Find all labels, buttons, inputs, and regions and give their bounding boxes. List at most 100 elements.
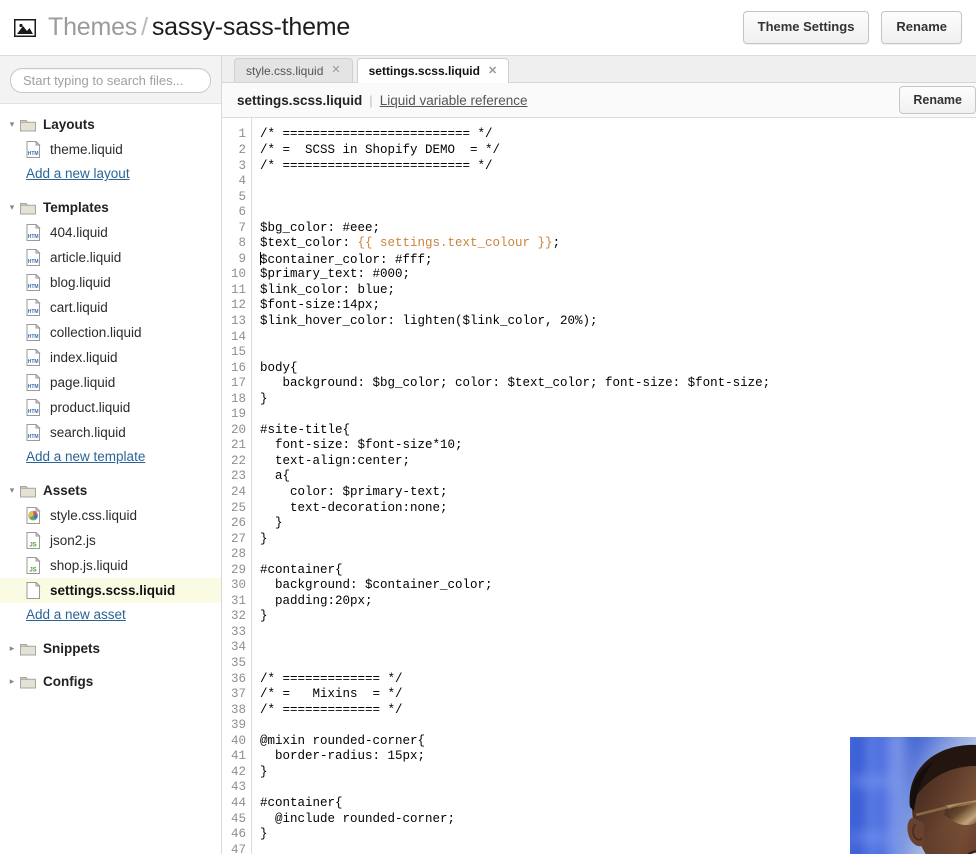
chevron-right-icon[interactable]: ▸ [6, 644, 18, 653]
line-number: 43 [222, 780, 246, 796]
svg-text:HTM: HTM [28, 284, 39, 290]
line-number: 36 [222, 672, 246, 688]
code-line: } [260, 516, 976, 532]
top-bar-actions: Theme Settings Rename [743, 11, 962, 43]
add-link-templates[interactable]: Add a new template [26, 449, 145, 464]
line-number: 31 [222, 594, 246, 610]
sidebar-group-layouts[interactable]: ▾ Layouts [0, 112, 221, 137]
chevron-down-icon[interactable]: ▾ [6, 120, 18, 129]
sidebar-group-configs[interactable]: ▸Configs [0, 669, 221, 694]
sidebar-file-settings-scss-liquid[interactable]: settings.scss.liquid [0, 578, 221, 603]
line-number: 25 [222, 501, 246, 517]
html-file-icon: HTM [26, 299, 41, 316]
sidebar-file-404-liquid[interactable]: HTM404.liquid [0, 220, 221, 245]
close-icon[interactable]: ✕ [331, 65, 340, 76]
liquid-variable-reference-link[interactable]: Liquid variable reference [380, 93, 528, 108]
code-line: } [260, 765, 976, 781]
code-line [260, 345, 976, 361]
code-line: $text_color: {{ settings.text_colour }}; [260, 236, 976, 252]
line-number: 45 [222, 812, 246, 828]
line-number: 24 [222, 485, 246, 501]
chevron-down-icon[interactable]: ▾ [6, 486, 18, 495]
sidebar-file-collection-liquid[interactable]: HTMcollection.liquid [0, 320, 221, 345]
code-line [260, 190, 976, 206]
html-file-icon: HTM [26, 249, 41, 266]
search-input[interactable] [10, 68, 211, 93]
svg-text:HTM: HTM [28, 309, 39, 315]
line-number: 40 [222, 734, 246, 750]
code-line [260, 547, 976, 563]
sidebar-file-label: cart.liquid [50, 300, 108, 315]
add-link-layouts[interactable]: Add a new layout [26, 166, 130, 181]
line-number: 34 [222, 640, 246, 656]
editor-tab-settings-scss-liquid[interactable]: settings.scss.liquid✕ [357, 58, 510, 83]
code-line: /* = Mixins = */ [260, 687, 976, 703]
sidebar-group-snippets[interactable]: ▸Snippets [0, 636, 221, 661]
html-file-icon: HTM [26, 324, 41, 341]
add-link-assets[interactable]: Add a new asset [26, 607, 126, 622]
sidebar-file-search-liquid[interactable]: HTMsearch.liquid [0, 420, 221, 445]
header-separator: | [362, 93, 379, 108]
sidebar-file-json2-js[interactable]: JSjson2.js [0, 528, 221, 553]
code-text-area[interactable]: /* ========================= *//* = SCSS… [252, 118, 976, 854]
line-number: 44 [222, 796, 246, 812]
sidebar-file-index-liquid[interactable]: HTMindex.liquid [0, 345, 221, 370]
html-file-icon: HTM [26, 141, 41, 158]
sidebar-group-assets[interactable]: ▾Assets [0, 478, 221, 503]
close-icon[interactable]: ✕ [488, 66, 497, 77]
line-number: 7 [222, 221, 246, 237]
sidebar-spacer [0, 694, 221, 702]
editor-tab-style-css-liquid[interactable]: style.css.liquid✕ [234, 58, 353, 82]
sidebar-group-templates[interactable]: ▾Templates [0, 195, 221, 220]
rename-file-button[interactable]: Rename [899, 86, 976, 114]
line-number: 22 [222, 454, 246, 470]
js-file-icon: JS [26, 532, 41, 549]
svg-text:HTM: HTM [28, 434, 39, 440]
chevron-right-icon[interactable]: ▸ [6, 677, 18, 686]
sidebar-file-shop-js-liquid[interactable]: JSshop.js.liquid [0, 553, 221, 578]
line-number: 42 [222, 765, 246, 781]
code-line: color: $primary-text; [260, 485, 976, 501]
code-editor[interactable]: 1234567891011121314151617181920212223242… [222, 118, 976, 854]
breadcrumb-current-theme: sassy-sass-theme [152, 13, 350, 41]
sidebar-file-theme-liquid[interactable]: HTMtheme.liquid [0, 137, 221, 162]
rename-theme-button[interactable]: Rename [881, 11, 962, 43]
html-file-icon: HTM [26, 374, 41, 391]
svg-text:HTM: HTM [28, 234, 39, 240]
code-line [260, 330, 976, 346]
line-number: 39 [222, 718, 246, 734]
sidebar-file-article-liquid[interactable]: HTMarticle.liquid [0, 245, 221, 270]
code-line: } [260, 392, 976, 408]
sidebar-file-style-css-liquid[interactable]: style.css.liquid [0, 503, 221, 528]
line-number: 35 [222, 656, 246, 672]
blank-file-icon [26, 582, 41, 599]
code-line: } [260, 532, 976, 548]
line-number: 33 [222, 625, 246, 641]
code-line: @include rounded-corner; [260, 812, 976, 828]
chevron-down-icon[interactable]: ▾ [6, 203, 18, 212]
code-line [260, 205, 976, 221]
editor-header: settings.scss.liquid | Liquid variable r… [222, 83, 976, 118]
line-number: 37 [222, 687, 246, 703]
code-line [260, 640, 976, 656]
code-line: $link_color: blue; [260, 283, 976, 299]
code-line: body{ [260, 361, 976, 377]
sidebar-file-blog-liquid[interactable]: HTMblog.liquid [0, 270, 221, 295]
editor-header-actions: Rename [899, 86, 976, 114]
breadcrumb-themes-link[interactable]: Themes [48, 13, 137, 41]
line-number: 6 [222, 205, 246, 221]
sidebar-file-product-liquid[interactable]: HTMproduct.liquid [0, 395, 221, 420]
code-line: text-decoration:none; [260, 501, 976, 517]
line-number: 2 [222, 143, 246, 159]
code-line: text-align:center; [260, 454, 976, 470]
line-number: 38 [222, 703, 246, 719]
html-file-icon: HTM [26, 399, 41, 416]
sidebar-file-page-liquid[interactable]: HTMpage.liquid [0, 370, 221, 395]
code-line [260, 656, 976, 672]
svg-text:HTM: HTM [28, 384, 39, 390]
code-line: font-size: $font-size*10; [260, 438, 976, 454]
theme-settings-button[interactable]: Theme Settings [743, 11, 870, 43]
code-line: $bg_color: #eee; [260, 221, 976, 237]
sidebar-file-cart-liquid[interactable]: HTM cart.liquid [0, 295, 221, 320]
sidebar-group-label: Layouts [43, 117, 95, 132]
